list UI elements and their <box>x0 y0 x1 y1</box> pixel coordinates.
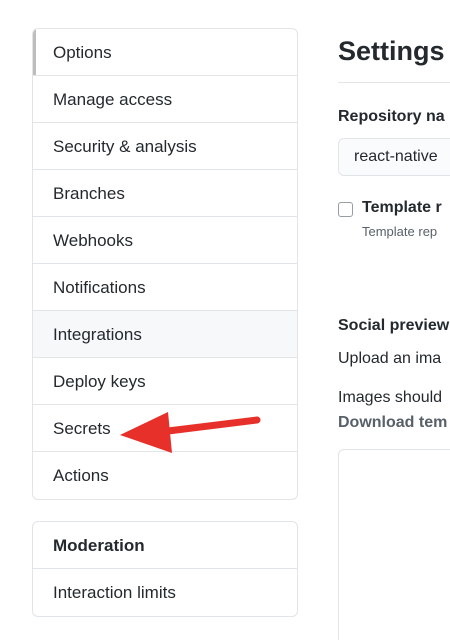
moderation-menu: Moderation Interaction limits <box>32 521 298 617</box>
repository-name-input[interactable] <box>338 138 450 176</box>
title-divider <box>338 82 450 83</box>
repository-name-label: Repository na <box>338 108 445 125</box>
moderation-heading: Moderation <box>33 522 297 569</box>
social-preview-heading: Social preview <box>338 317 450 334</box>
sidebar-item-actions[interactable]: Actions <box>33 452 297 499</box>
settings-sidebar-menu: Options Manage access Security & analysis B… <box>32 28 298 500</box>
sidebar-item-webhooks[interactable]: Webhooks <box>33 217 297 264</box>
image-guidelines-text: Images should <box>338 389 443 406</box>
download-template-link[interactable]: Download tem <box>338 414 447 432</box>
sidebar-item-security-analysis[interactable]: Security & analysis <box>33 123 297 170</box>
sidebar-item-manage-access[interactable]: Manage access <box>33 76 297 123</box>
sidebar-item-deploy-keys[interactable]: Deploy keys <box>33 358 297 405</box>
settings-main-content: Settings Repository na Template r Templa… <box>338 0 450 640</box>
template-repository-description: Template rep <box>362 224 438 239</box>
page-title: Settings <box>338 36 445 66</box>
repository-settings-page: Options Manage access Security & analysis B… <box>0 0 450 640</box>
sidebar-item-interaction-limits[interactable]: Interaction limits <box>33 569 297 616</box>
template-repository-checkbox[interactable] <box>338 202 353 217</box>
social-preview-image-box[interactable] <box>338 449 450 640</box>
sidebar-item-branches[interactable]: Branches <box>33 170 297 217</box>
sidebar-item-notifications[interactable]: Notifications <box>33 264 297 311</box>
sidebar-item-integrations[interactable]: Integrations <box>33 311 297 358</box>
sidebar-item-options[interactable]: Options <box>33 29 297 76</box>
upload-image-text: Upload an ima <box>338 350 442 367</box>
sidebar-item-secrets[interactable]: Secrets <box>33 405 297 452</box>
template-repository-label: Template r <box>362 199 442 216</box>
